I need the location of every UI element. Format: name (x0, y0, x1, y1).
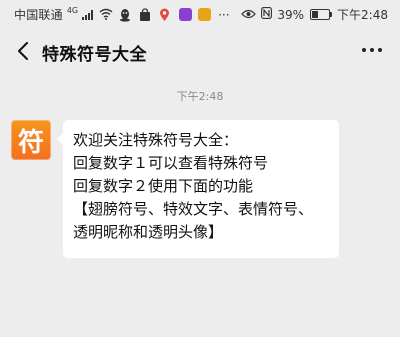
more-dot-icon (362, 48, 366, 52)
carrier-name: 中国联通 (14, 8, 63, 22)
status-left: 中国联通 4G ··· (14, 6, 230, 23)
network-type: 4G (66, 6, 79, 15)
message-line: 透明昵称和透明头像】 (73, 223, 224, 241)
more-options-button[interactable] (362, 48, 382, 52)
eye-icon (241, 8, 257, 22)
message-line: 回复数字１可以查看特殊符号 (73, 154, 269, 172)
app-badge-purple (179, 8, 193, 21)
nfc-icon (261, 7, 273, 22)
signal-icon (82, 9, 94, 20)
status-right: 39% 下午2:48 (241, 6, 388, 23)
more-dot-icon (370, 48, 374, 52)
more-dot-icon (378, 48, 382, 52)
message-line: 回复数字２使用下面的功能 (73, 177, 254, 195)
avatar[interactable]: 符 (11, 120, 51, 160)
bag-icon (139, 7, 153, 22)
wifi-icon (99, 8, 113, 22)
app-badge-red (198, 8, 212, 21)
battery-icon (310, 9, 333, 20)
location-pin-icon (159, 8, 173, 22)
more-notifications-icon: ··· (218, 7, 230, 22)
chevron-left-icon (18, 42, 28, 60)
back-button[interactable] (10, 36, 36, 66)
battery-level (312, 11, 319, 18)
message-line: 欢迎关注特殊符号大全： (73, 131, 239, 149)
battery-percent: 39% (277, 7, 305, 22)
page-title: 特殊符号大全 (42, 45, 147, 65)
message-line: 【翅膀符号、特效文字、表情符号、 (73, 200, 314, 218)
status-bar: 中国联通 4G ··· 39% 下午2:48 (0, 0, 400, 28)
chat-header: 特殊符号大全 (0, 28, 400, 74)
penguin-icon (119, 8, 133, 22)
status-time: 下午2:48 (337, 8, 388, 22)
message-timestamp: 下午2:48 (176, 90, 224, 103)
message-bubble[interactable]: 欢迎关注特殊符号大全： 回复数字１可以查看特殊符号 回复数字２使用下面的功能 【… (57, 120, 339, 258)
